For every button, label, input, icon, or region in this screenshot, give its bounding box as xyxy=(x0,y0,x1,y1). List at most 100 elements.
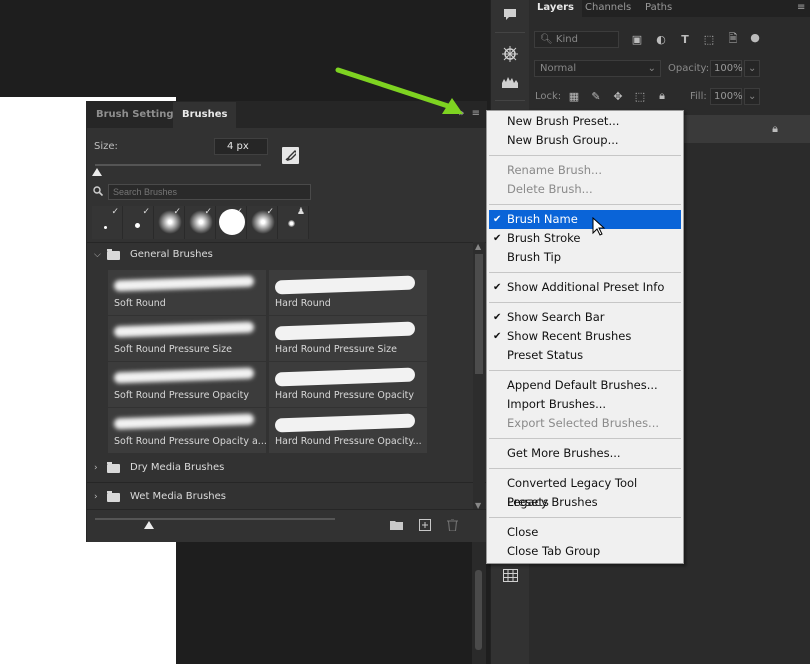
new-group-folder-icon[interactable] xyxy=(389,518,403,532)
brush-tile[interactable]: Hard Round Pressure Opacity xyxy=(269,362,427,407)
menu-item-legacy-brushes[interactable]: Legacy Brushes xyxy=(489,493,681,512)
brush-settings-icon[interactable] xyxy=(491,40,529,68)
canvas-scrollbar-thumb[interactable] xyxy=(475,570,482,650)
brush-tile[interactable]: Hard Round Pressure Size xyxy=(269,316,427,361)
menu-item-show-additional-preset-info[interactable]: ✔ Show Additional Preset Info xyxy=(489,278,681,297)
check-icon: ✓ xyxy=(142,207,150,217)
smart-object-filter-icon[interactable]: 🗎︎ xyxy=(725,31,741,47)
tab-paths[interactable]: Paths xyxy=(645,0,672,17)
comment-icon[interactable] xyxy=(491,0,529,28)
size-label: Size: xyxy=(94,141,118,152)
lock-artboard-icon[interactable]: ⬚ xyxy=(632,88,648,104)
menu-item-rename-brush[interactable]: Rename Brush... xyxy=(489,161,681,180)
size-slider-track[interactable] xyxy=(95,164,261,166)
panel-menu-icon[interactable]: ≡ xyxy=(797,0,805,17)
menu-item-append-default-brushes[interactable]: Append Default Brushes... xyxy=(489,376,681,395)
menu-item-new-brush-group[interactable]: New Brush Group... xyxy=(489,131,681,150)
brush-list-scrollbar[interactable]: ▲ ▼ xyxy=(473,242,485,510)
blend-mode-select[interactable]: Normal ⌄ xyxy=(534,60,661,77)
recent-brush[interactable]: ♟ xyxy=(278,206,309,239)
brush-tile[interactable]: Soft Round Pressure Opacity xyxy=(108,362,266,407)
search-brushes-input[interactable] xyxy=(108,184,311,200)
menu-item-label: Show Recent Brushes xyxy=(507,329,632,343)
brushes-icon[interactable] xyxy=(491,68,529,96)
menu-item-label: Import Brushes... xyxy=(507,397,607,411)
recent-brush[interactable]: ✓ xyxy=(123,206,154,239)
menu-item-preset-status[interactable]: Preset Status xyxy=(489,346,681,365)
menu-item-show-recent-brushes[interactable]: ✔ Show Recent Brushes xyxy=(489,327,681,346)
menu-item-close-tab-group[interactable]: Close Tab Group xyxy=(489,542,681,561)
pixel-filter-icon[interactable]: ▣ xyxy=(629,31,645,47)
adjustment-filter-icon[interactable]: ◐ xyxy=(653,31,669,47)
recent-brush[interactable]: ✓ xyxy=(185,206,216,239)
shape-filter-icon[interactable]: ⬚ xyxy=(701,31,717,47)
size-input[interactable]: 4 px xyxy=(214,138,268,155)
brush-tile[interactable]: Soft Round Pressure Opacity a... xyxy=(108,408,267,453)
opacity-dropdown[interactable]: ⌄ xyxy=(744,60,760,77)
chevron-right-icon: › xyxy=(94,463,98,473)
menu-item-label: New Brush Group... xyxy=(507,133,619,147)
menu-item-delete-brush[interactable]: Delete Brush... xyxy=(489,180,681,199)
menu-separator xyxy=(489,272,681,273)
type-filter-icon[interactable]: T xyxy=(677,31,693,47)
recent-brush[interactable]: ✓ xyxy=(216,206,247,239)
tab-channels[interactable]: Channels xyxy=(585,0,631,17)
lock-image-icon[interactable]: ✎ xyxy=(588,88,604,104)
menu-item-show-search-bar[interactable]: ✔ Show Search Bar xyxy=(489,308,681,327)
menu-item-label: New Brush Preset... xyxy=(507,114,620,128)
trash-icon[interactable] xyxy=(445,518,459,532)
menu-separator xyxy=(489,370,681,371)
lock-position-icon[interactable]: ✥ xyxy=(610,88,626,104)
brush-tile[interactable]: Soft Round Pressure Size xyxy=(108,316,266,361)
brush-stroke-preview xyxy=(113,367,255,384)
strip-divider xyxy=(495,100,525,101)
brush-tile[interactable]: Soft Round xyxy=(108,270,266,315)
lock-all-icon[interactable]: 🔒︎ xyxy=(654,88,670,104)
folder-icon xyxy=(107,491,120,502)
recent-brush[interactable]: ✓ xyxy=(154,206,185,239)
search-icon: 🔍︎ xyxy=(540,34,553,45)
recent-brushes: ✓ ✓ ✓ ✓ ✓ ✓ ♟ xyxy=(92,206,310,239)
create-new-brush-icon[interactable] xyxy=(418,518,432,532)
recent-brush[interactable]: ✓ xyxy=(247,206,278,239)
brush-list-scrollbar-thumb[interactable] xyxy=(475,254,483,374)
create-new-brush-button[interactable] xyxy=(282,147,299,164)
brush-tile[interactable]: Hard Round xyxy=(269,270,427,315)
menu-item-export-selected-brushes[interactable]: Export Selected Brushes... xyxy=(489,414,681,433)
brush-stroke-preview xyxy=(274,413,416,433)
fill-input[interactable]: 100% xyxy=(710,88,743,105)
menu-item-get-more-brushes[interactable]: Get More Brushes... xyxy=(489,444,681,463)
brush-stroke-preview xyxy=(113,321,255,338)
opacity-input[interactable]: 100% xyxy=(710,60,743,77)
folder-icon xyxy=(107,462,120,473)
table-grid-icon[interactable] xyxy=(491,561,529,589)
menu-item-converted-legacy-tool-presets[interactable]: Converted Legacy Tool Presets xyxy=(489,474,681,509)
menu-item-close[interactable]: Close xyxy=(489,523,681,542)
menu-item-brush-tip[interactable]: Brush Tip xyxy=(489,248,681,267)
check-icon: ✓ xyxy=(111,207,119,217)
fill-dropdown[interactable]: ⌄ xyxy=(744,88,760,105)
brush-tile[interactable]: Hard Round Pressure Opacity... xyxy=(269,408,427,453)
recent-brush[interactable]: ✓ xyxy=(92,206,123,239)
folder-icon xyxy=(107,249,120,260)
size-slider-thumb[interactable] xyxy=(92,168,102,176)
brush-group-dry-media[interactable]: › Dry Media Brushes xyxy=(87,455,472,481)
scroll-up-icon[interactable]: ▲ xyxy=(475,242,481,251)
tab-brushes[interactable]: Brushes xyxy=(173,102,237,128)
fill-label: Fill: xyxy=(690,91,707,102)
brush-group-wet-media[interactable]: › Wet Media Brushes xyxy=(87,484,472,510)
brush-name: Hard Round Pressure Opacity xyxy=(275,390,414,401)
lock-transparent-icon[interactable]: ▦ xyxy=(566,88,582,104)
tab-layers[interactable]: Layers xyxy=(529,0,582,17)
brush-group-general[interactable]: ⌵ General Brushes xyxy=(87,242,472,268)
preview-size-slider-thumb[interactable] xyxy=(144,521,154,529)
canvas-scrollbar[interactable] xyxy=(472,540,486,664)
menu-separator xyxy=(489,468,681,469)
menu-item-new-brush-preset[interactable]: New Brush Preset... xyxy=(489,112,681,131)
menu-item-brush-stroke[interactable]: ✔ Brush Stroke xyxy=(489,229,681,248)
preview-size-slider-track[interactable] xyxy=(95,518,335,520)
menu-item-import-brushes[interactable]: Import Brushes... xyxy=(489,395,681,414)
filter-toggle-icon[interactable]: ● xyxy=(747,29,763,45)
menu-item-brush-name[interactable]: ✔ Brush Name xyxy=(489,210,681,229)
kind-filter-select[interactable]: 🔍︎ Kind xyxy=(534,31,619,48)
